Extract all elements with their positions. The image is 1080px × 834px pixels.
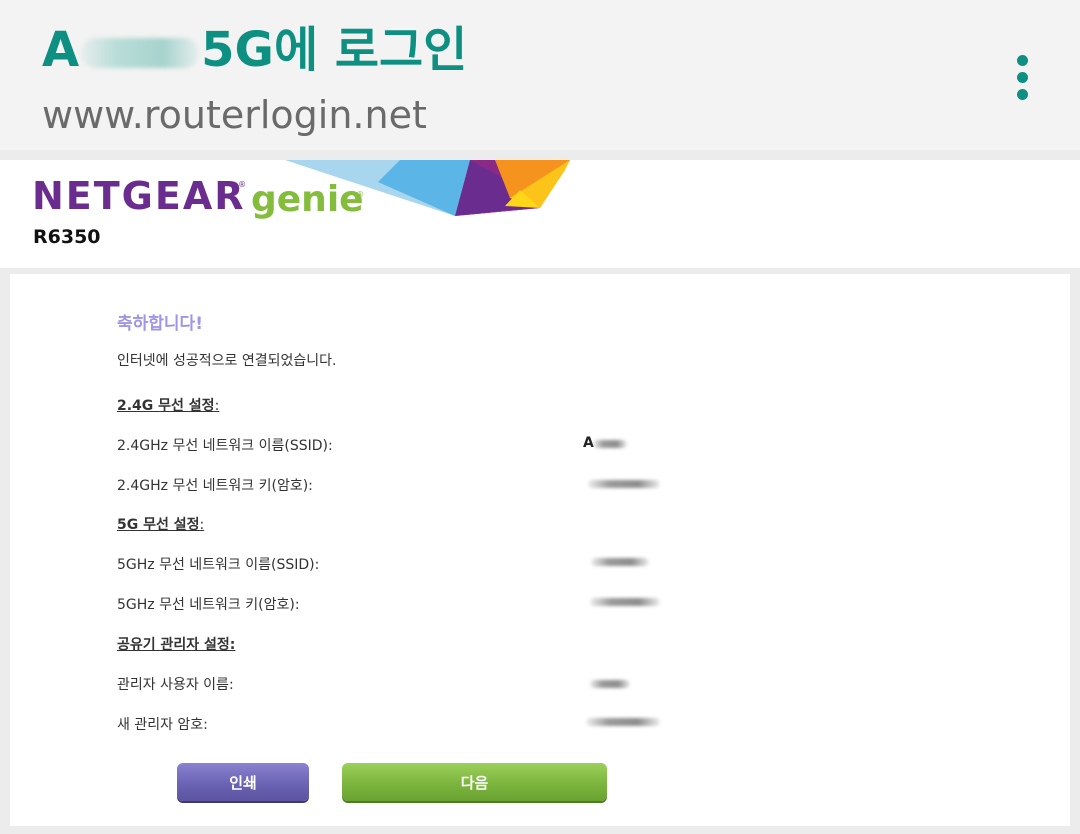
more-vert-icon[interactable]: [1005, 52, 1041, 102]
site-url: www.routerlogin.net: [42, 93, 427, 137]
congrats-heading: 축하합니다!: [117, 314, 203, 334]
router-model: R6350: [33, 226, 101, 248]
ssid-24-label: 2.4GHz 무선 네트워크 이름(SSID):: [117, 438, 333, 454]
key-5-label: 5GHz 무선 네트워크 키(암호):: [117, 597, 300, 613]
redacted-ssid-24: [593, 440, 627, 448]
redacted-admin-user: [590, 680, 630, 688]
connected-message: 인터넷에 성공적으로 연결되었습니다.: [117, 353, 337, 369]
print-button[interactable]: 인쇄: [177, 763, 309, 801]
admin-user-label: 관리자 사용자 이름:: [117, 677, 234, 693]
section-24g-heading: 2.4G 무선 설정:: [117, 398, 220, 414]
section-admin-heading: 공유기 관리자 설정:: [117, 637, 236, 653]
netgear-logo: NETGEAR: [32, 174, 246, 218]
admin-password-label: 새 관리자 암호:: [117, 717, 208, 733]
signin-title: A 5G에 로그인: [42, 20, 467, 80]
netgear-banner: NETGEAR ® genie ® R6350: [0, 160, 1080, 268]
redacted-network-name: [81, 38, 200, 68]
section-5g-heading: 5G 무선 설정:: [117, 517, 205, 533]
settings-summary-panel: 축하합니다! 인터넷에 성공적으로 연결되었습니다. 2.4G 무선 설정: 2…: [10, 274, 1070, 826]
genie-logo: genie: [251, 179, 364, 220]
title-suffix: 5G에 로그인: [201, 22, 468, 78]
registered-mark: ®: [356, 190, 364, 199]
ssid-5-label: 5GHz 무선 네트워크 이름(SSID):: [117, 557, 320, 573]
redacted-admin-password: [586, 718, 660, 726]
redacted-ssid-5: [591, 558, 649, 566]
next-button[interactable]: 다음: [342, 763, 607, 801]
redacted-key-5: [590, 598, 660, 606]
redacted-key-24: [588, 480, 660, 488]
registered-mark: ®: [238, 180, 246, 189]
signin-header: A 5G에 로그인 www.routerlogin.net: [0, 0, 1080, 150]
key-24-label: 2.4GHz 무선 네트워크 키(암호):: [117, 478, 313, 494]
title-prefix: A: [42, 22, 80, 78]
